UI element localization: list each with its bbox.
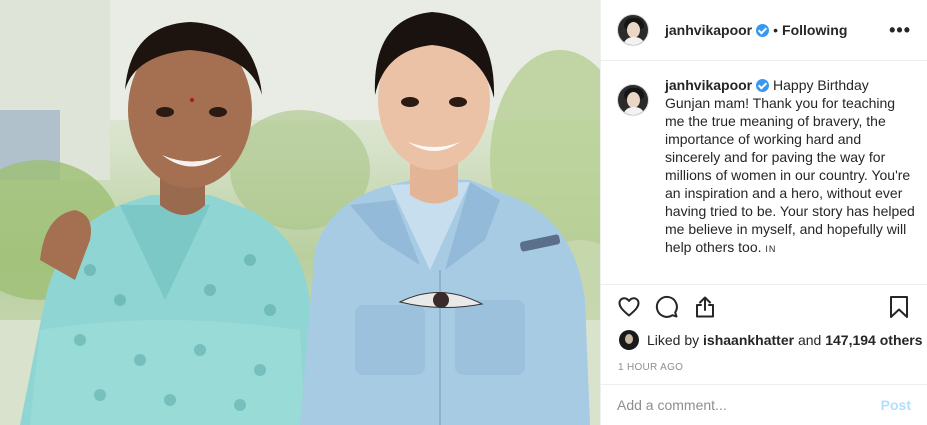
liker-username[interactable]: ishaankhatter [703, 332, 794, 348]
separator-dot: • [773, 22, 779, 38]
bookmark-icon[interactable] [887, 295, 911, 319]
caption-text-block: janhvikapoor Happy Birthday Gunjan mam! … [665, 76, 915, 258]
post-caption: janhvikapoor Happy Birthday Gunjan mam! … [617, 76, 915, 258]
following-button[interactable]: Following [782, 22, 847, 38]
verified-badge-icon [756, 79, 770, 92]
post-header: janhvikapoor • Following ••• [601, 0, 927, 61]
caption-username[interactable]: janhvikapoor [665, 77, 752, 93]
post-photo[interactable] [0, 0, 600, 425]
author-username-text[interactable]: janhvikapoor [665, 22, 752, 38]
author-username[interactable]: janhvikapoor [665, 22, 770, 38]
comment-form: Post [601, 384, 927, 425]
likes-summary: Liked by ishaankhatter and 147,194 other… [619, 330, 923, 350]
post-actions-bar [601, 284, 927, 328]
likes-count-link[interactable]: 147,194 others [825, 332, 922, 348]
photo-illustration [0, 0, 600, 425]
caption-author-avatar[interactable] [617, 84, 649, 116]
liked-by-label: Liked by [647, 332, 700, 348]
instagram-post: janhvikapoor • Following ••• janhvikapoo… [0, 0, 927, 425]
heart-icon[interactable] [617, 295, 641, 319]
post-comment-button[interactable]: Post [881, 397, 911, 413]
more-options-icon[interactable]: ••• [889, 20, 911, 41]
comment-icon[interactable] [655, 295, 679, 319]
caption-body: Happy Birthday Gunjan mam! Thank you for… [665, 77, 915, 255]
author-avatar[interactable] [617, 14, 649, 46]
post-side-panel: janhvikapoor • Following ••• janhvikapoo… [600, 0, 927, 425]
verified-badge-icon [756, 24, 770, 37]
caption-flag: IN [765, 244, 777, 254]
post-timestamp[interactable]: 1 HOUR AGO [618, 362, 683, 373]
liker-avatar[interactable] [619, 330, 639, 350]
share-icon[interactable] [693, 295, 717, 319]
likes-connector: and [797, 332, 822, 348]
comment-input[interactable] [617, 397, 881, 413]
